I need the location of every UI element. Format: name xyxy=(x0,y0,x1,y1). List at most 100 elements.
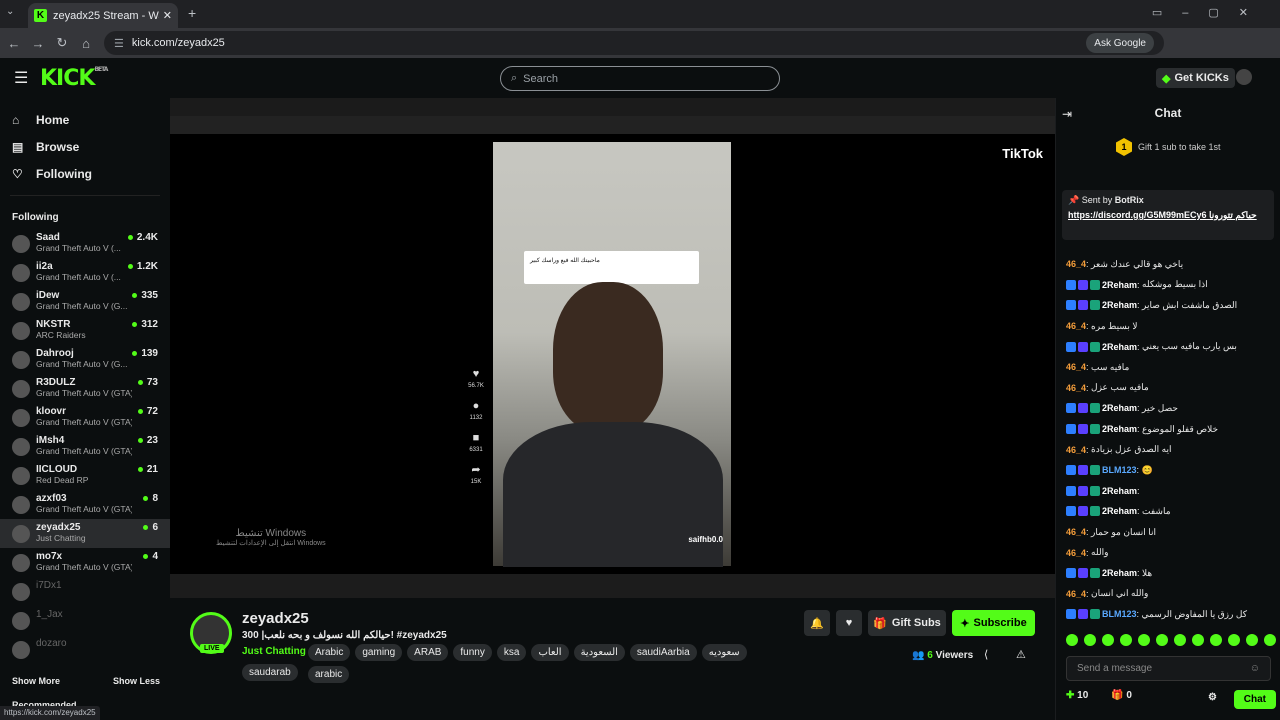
channel-item[interactable]: iMsh4 Grand Theft Auto V (GTA) 23 xyxy=(0,432,170,461)
nav-home[interactable]: ⌂ Home xyxy=(0,106,170,133)
user-avatar[interactable] xyxy=(1236,69,1252,85)
back-icon[interactable]: ← xyxy=(2,31,26,55)
chat-username[interactable]: 46_4 xyxy=(1066,259,1086,269)
gift-banner[interactable]: 1 Gift 1 sub to take 1st xyxy=(1116,138,1221,156)
channel-item[interactable]: azxf03 Grand Theft Auto V (GTA) 8 xyxy=(0,490,170,519)
stream-category[interactable]: Just Chatting xyxy=(242,646,306,657)
chat-input[interactable]: Send a message ☺ xyxy=(1066,656,1271,681)
chat-username[interactable]: 2Reham xyxy=(1102,342,1137,352)
emote-icon[interactable] xyxy=(1228,634,1240,646)
channel-item[interactable]: R3DULZ Grand Theft Auto V (GTA) 73 xyxy=(0,374,170,403)
chat-username[interactable]: 46_4 xyxy=(1066,383,1086,393)
search-input[interactable]: ⌕ Search xyxy=(500,66,780,91)
gift-subs-button[interactable]: 🎁 Gift Subs xyxy=(868,610,946,636)
site-info-icon[interactable]: ☰ xyxy=(114,37,124,50)
tag[interactable]: العاب xyxy=(531,644,569,661)
chat-username[interactable]: 46_4 xyxy=(1066,589,1086,599)
video-player[interactable]: TikTok ماحبيتك الله فيع وراسك كبير saifh… xyxy=(170,98,1055,598)
ask-google-button[interactable]: Ask Google xyxy=(1086,33,1154,53)
forward-icon[interactable]: → xyxy=(26,31,50,55)
emote-icon[interactable] xyxy=(1264,634,1276,646)
emote-icon[interactable] xyxy=(1174,634,1186,646)
chat-username[interactable]: 2Reham xyxy=(1102,424,1137,434)
window-controls[interactable]: ▭–▢✕ xyxy=(1152,6,1268,19)
kick-logo[interactable]: KICKBETA xyxy=(40,66,108,91)
tag[interactable]: gaming xyxy=(355,644,403,661)
notification-bell-button[interactable]: 🔔 xyxy=(804,610,830,636)
tag[interactable]: arabic xyxy=(308,666,350,683)
channel-item[interactable]: iDew Grand Theft Auto V (G... 335 xyxy=(0,287,170,316)
emote-icon[interactable] xyxy=(1156,634,1168,646)
emote-icon[interactable] xyxy=(1210,634,1222,646)
chat-username[interactable]: BLM123 xyxy=(1102,609,1137,619)
chat-username[interactable]: 2Reham xyxy=(1102,506,1137,516)
tag[interactable]: السعودية xyxy=(573,644,625,661)
tag[interactable]: funny xyxy=(453,644,492,661)
menu-icon[interactable]: ☰ xyxy=(14,68,28,88)
chat-username[interactable]: 2Reham xyxy=(1102,486,1137,496)
address-bar[interactable]: ☰ kick.com/zeyadx25 Ask Google xyxy=(104,31,1164,55)
chat-username[interactable]: 46_4 xyxy=(1066,321,1086,331)
pinned-link[interactable]: https://discord.gg/G5M99mECy6 xyxy=(1068,210,1207,220)
chat-username[interactable]: 46_4 xyxy=(1066,362,1086,372)
chat-username[interactable]: 2Reham xyxy=(1102,403,1137,413)
nav-browse[interactable]: ▤ Browse xyxy=(0,133,170,160)
chat-send-button[interactable]: Chat xyxy=(1233,690,1276,709)
chat-message: 46_4: مافيه سب عزل xyxy=(1066,378,1276,399)
chat-username[interactable]: 46_4 xyxy=(1066,445,1086,455)
collapse-chat-icon[interactable]: ⇥ xyxy=(1062,107,1072,121)
channel-item[interactable]: NKSTR ARC Raiders 312 xyxy=(0,316,170,345)
chat-username[interactable]: 2Reham xyxy=(1102,300,1137,310)
show-more-button[interactable]: Show More xyxy=(12,676,60,686)
home-icon[interactable]: ⌂ xyxy=(74,31,98,55)
channel-item[interactable]: Dahrooj Grand Theft Auto V (G... 139 xyxy=(0,345,170,374)
channel-item[interactable]: i7Dx1 xyxy=(0,577,170,606)
follow-heart-button[interactable]: ♥ xyxy=(836,610,862,636)
channel-item[interactable]: dozaro xyxy=(0,635,170,664)
reload-icon[interactable]: ↻ xyxy=(50,31,74,55)
close-tab-icon[interactable]: ✕ xyxy=(163,9,172,22)
tab-search-icon[interactable]: ⌄ xyxy=(6,6,14,17)
tag[interactable]: سعوديه xyxy=(701,644,747,661)
emote-icon[interactable] xyxy=(1102,634,1114,646)
show-less-button[interactable]: Show Less xyxy=(113,676,160,686)
emote-icon[interactable] xyxy=(1138,634,1150,646)
get-kicks-button[interactable]: ◆ Get KICKs xyxy=(1156,68,1235,88)
subscribe-button[interactable]: ✦ Subscribe xyxy=(952,610,1035,636)
emote-icon[interactable] xyxy=(1084,634,1096,646)
chat-username[interactable]: 2Reham xyxy=(1102,568,1137,578)
tag[interactable]: Arabic xyxy=(308,644,351,661)
chat-username[interactable]: 46_4 xyxy=(1066,548,1086,558)
channel-item[interactable]: mo7x Grand Theft Auto V (GTA) 4 xyxy=(0,548,170,577)
chat-username[interactable]: 2Reham xyxy=(1102,280,1137,290)
nav-following[interactable]: ♡ Following xyxy=(0,160,170,187)
chat-username[interactable]: BLM123 xyxy=(1102,465,1137,475)
report-icon[interactable]: ⚠ xyxy=(1016,648,1026,661)
channel-item[interactable]: IICLOUD Red Dead RP 21 xyxy=(0,461,170,490)
emote-icon[interactable] xyxy=(1120,634,1132,646)
gift-count-icon: 🎁 xyxy=(1111,690,1127,701)
channel-item[interactable]: kloovr Grand Theft Auto V (GTA) 72 xyxy=(0,403,170,432)
emote-icon[interactable] xyxy=(1192,634,1204,646)
channel-item[interactable]: Saad Grand Theft Auto V (... 2.4K xyxy=(0,229,170,258)
new-tab-icon[interactable]: + xyxy=(188,5,196,21)
chat-message: 2Reham: اذا بسيط موشكله xyxy=(1066,275,1276,296)
channel-item[interactable]: zeyadx25 Just Chatting 6 xyxy=(0,519,170,548)
channel-viewers: 23 xyxy=(138,435,158,446)
streamer-name[interactable]: zeyadx25 xyxy=(242,610,309,627)
tag[interactable]: ksa xyxy=(496,644,527,661)
pinned-message[interactable]: 📌 Sent by BotRix https://discord.gg/G5M9… xyxy=(1062,190,1274,240)
share-icon[interactable]: ⟨ xyxy=(984,648,988,661)
settings-icon[interactable]: ⚙ xyxy=(1208,692,1217,703)
tag[interactable]: ARAB xyxy=(407,644,449,661)
emote-icon[interactable] xyxy=(1066,634,1078,646)
browser-tab[interactable]: K zeyadx25 Stream - Watch Live o ✕ xyxy=(28,3,178,28)
chat-username[interactable]: 46_4 xyxy=(1066,527,1086,537)
channel-item[interactable]: 1_Jax xyxy=(0,606,170,635)
channel-item[interactable]: ii2a Grand Theft Auto V (... 1.2K xyxy=(0,258,170,287)
tag[interactable]: saudarab xyxy=(242,664,298,681)
tag[interactable]: saudiAarbia xyxy=(629,644,697,661)
emote-icon[interactable] xyxy=(1246,634,1258,646)
channel-viewers: 72 xyxy=(138,406,158,417)
emoji-icon[interactable]: ☺ xyxy=(1250,663,1260,674)
